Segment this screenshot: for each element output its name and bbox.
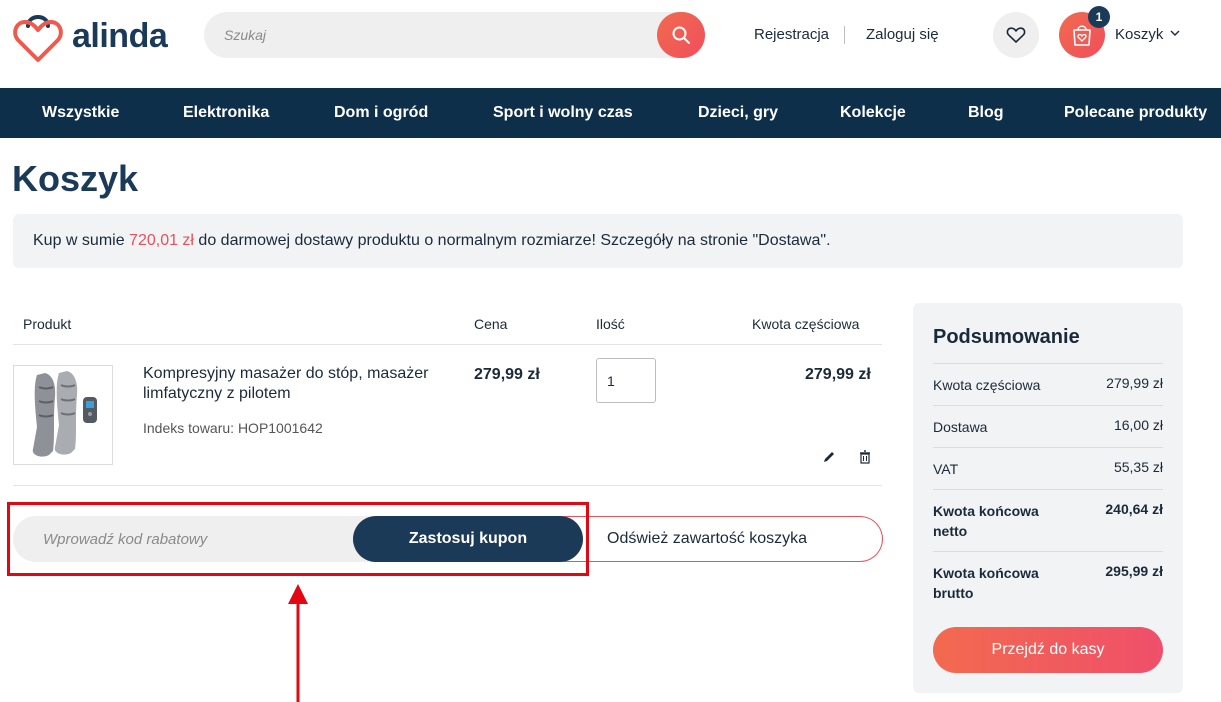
nav-item-all[interactable]: Wszystkie xyxy=(42,88,119,138)
nav-item-collections[interactable]: Kolekcje xyxy=(840,88,906,138)
product-name-link[interactable]: Kompresyjny masażer do stóp, masażer lim… xyxy=(143,364,433,404)
register-link[interactable]: Rejestracja xyxy=(754,26,829,43)
summary-subtotal-value: 279,99 zł xyxy=(1106,375,1163,391)
summary-shipping-value: 16,00 zł xyxy=(1113,417,1163,433)
summary-vat-label: VAT xyxy=(933,461,959,477)
nav-item-blog[interactable]: Blog xyxy=(968,88,1004,138)
nav-item-sport[interactable]: Sport i wolny czas xyxy=(493,88,633,138)
header-subtotal: Kwota częściowa xyxy=(752,316,860,332)
summary-net-value: 240,64 zł xyxy=(1105,501,1163,517)
cart-count-badge: 1 xyxy=(1088,6,1110,28)
page-title: Koszyk xyxy=(12,158,139,199)
nav-item-recommended[interactable]: Polecane produkty xyxy=(1064,88,1207,138)
product-subtotal: 279,99 zł xyxy=(805,366,871,383)
divider xyxy=(933,447,1163,448)
heart-icon xyxy=(1006,27,1026,43)
trash-icon[interactable] xyxy=(857,449,873,465)
pencil-icon[interactable] xyxy=(821,449,837,465)
main-nav: Wszystkie Elektronika Dom i ogród Sport … xyxy=(0,88,1221,138)
search-icon xyxy=(672,26,690,44)
product-sku: Indeks towaru: HOP1001642 xyxy=(143,420,323,436)
notice-prefix: Kup w sumie xyxy=(33,232,130,249)
free-shipping-notice: Kup w sumie 720,01 zł do darmowej dostaw… xyxy=(13,214,1183,268)
search-button[interactable] xyxy=(657,12,705,58)
nav-item-electronics[interactable]: Elektronika xyxy=(183,88,269,138)
massager-image xyxy=(32,371,97,457)
product-price: 279,99 zł xyxy=(474,366,540,383)
chevron-down-icon[interactable] xyxy=(1170,30,1180,37)
divider xyxy=(933,405,1163,406)
shopping-bag-icon xyxy=(1073,25,1091,46)
product-image[interactable] xyxy=(13,365,113,465)
divider xyxy=(933,363,1163,364)
wishlist-button[interactable] xyxy=(993,12,1039,58)
site-header: alinda Rejestracja Zaloguj się 1 Koszyk xyxy=(0,0,1221,88)
summary-gross-value: 295,99 zł xyxy=(1105,563,1163,579)
summary-vat-value: 55,35 zł xyxy=(1113,459,1163,475)
checkout-button[interactable]: Przejdź do kasy xyxy=(933,627,1163,673)
header-qty: Ilość xyxy=(596,316,625,332)
highlight-box xyxy=(7,502,589,576)
divider xyxy=(844,26,845,44)
header-price: Cena xyxy=(474,316,508,332)
nav-item-kids-games[interactable]: Dzieci, gry xyxy=(698,88,778,138)
cart-label[interactable]: Koszyk xyxy=(1115,26,1163,43)
header-product: Produkt xyxy=(23,316,72,332)
quantity-input[interactable] xyxy=(596,358,656,403)
summary-net-label: Kwota końcowa netto xyxy=(933,503,1039,539)
summary-gross-label: Kwota końcowa brutto xyxy=(933,565,1039,601)
notice-suffix: do darmowej dostawy produktu o normalnym… xyxy=(193,232,831,249)
logo-text: alinda xyxy=(72,16,168,55)
notice-amount: 720,01 zł xyxy=(129,232,194,249)
login-link[interactable]: Zaloguj się xyxy=(866,26,939,43)
refresh-cart-button[interactable]: Odśwież zawartość koszyka xyxy=(560,516,883,562)
summary-subtotal-label: Kwota częściowa xyxy=(933,377,1041,393)
summary-shipping-label: Dostawa xyxy=(933,419,988,435)
order-summary: Podsumowanie Kwota częściowa 279,99 zł D… xyxy=(913,303,1183,693)
logo[interactable]: alinda xyxy=(12,8,168,64)
divider xyxy=(933,551,1163,552)
heart-logo-icon xyxy=(13,15,63,62)
up-arrow-icon xyxy=(288,584,308,702)
search-input[interactable] xyxy=(224,12,644,58)
divider xyxy=(933,489,1163,490)
divider xyxy=(13,485,882,486)
divider xyxy=(13,344,882,345)
search-bar xyxy=(204,12,705,58)
summary-title: Podsumowanie xyxy=(933,326,1080,348)
nav-item-home-garden[interactable]: Dom i ogród xyxy=(334,88,428,138)
